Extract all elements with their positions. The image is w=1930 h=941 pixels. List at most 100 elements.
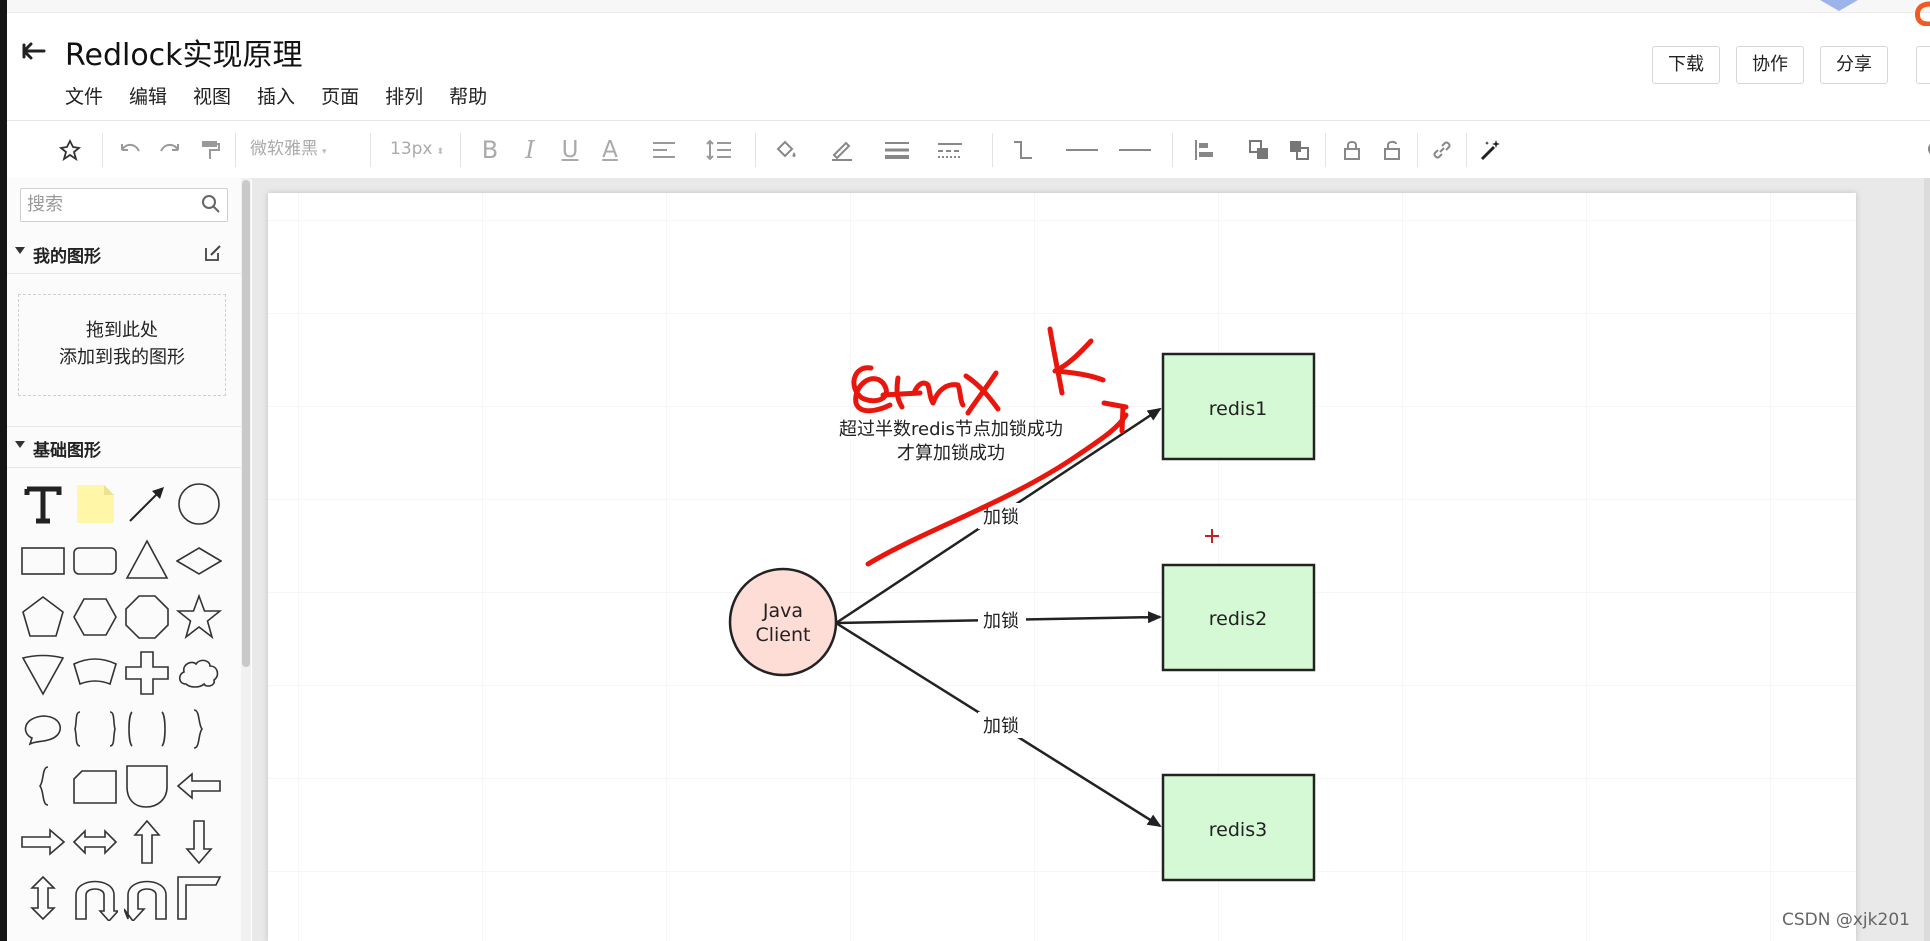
share-button[interactable]: 分享 — [1820, 46, 1888, 84]
java-client-node[interactable] — [728, 567, 838, 677]
edge-label-2[interactable]: 加锁 — [983, 611, 1019, 632]
bring-front-icon[interactable] — [1244, 121, 1274, 178]
font-family-select[interactable]: 微软雅黑 ▾ — [250, 121, 360, 178]
up-arrow-shape-icon[interactable] — [124, 819, 170, 865]
toolbar-more-icon[interactable] — [1923, 121, 1930, 178]
annotation-stroke-letter — [1047, 326, 1106, 396]
hexagon-shape-icon[interactable] — [72, 594, 118, 640]
toolbar-separator — [460, 133, 461, 167]
line-width-icon[interactable] — [879, 121, 915, 178]
circle-shape-icon[interactable] — [176, 481, 222, 527]
bold-button[interactable]: B — [475, 121, 505, 178]
basic-shapes-header[interactable]: 基础图形 — [7, 426, 241, 468]
back-arrow-icon[interactable] — [18, 36, 48, 66]
align-shapes-icon[interactable] — [1187, 121, 1221, 178]
underline-button[interactable]: U — [555, 121, 585, 178]
magic-wand-icon[interactable] — [1476, 121, 1506, 178]
watermark: CSDN @xjk201 — [1782, 910, 1910, 930]
collaborate-button[interactable]: 协作 — [1736, 46, 1804, 84]
collapse-triangle-icon — [15, 441, 25, 448]
drop-zone-line2: 添加到我的图形 — [59, 347, 185, 368]
align-left-icon[interactable] — [647, 121, 681, 178]
more-button[interactable] — [1916, 46, 1930, 84]
toolbar-separator — [1466, 133, 1467, 167]
card-shape-icon[interactable] — [72, 763, 118, 809]
my-shapes-drop-zone[interactable]: 拖到此处 添加到我的图形 — [18, 294, 226, 396]
cross-shape-icon[interactable] — [124, 650, 170, 696]
menu-insert[interactable]: 插入 — [257, 82, 295, 109]
format-painter-icon[interactable] — [195, 121, 225, 178]
edge-label-3[interactable]: 加锁 — [983, 716, 1019, 737]
double-arrow-shape-icon[interactable] — [72, 819, 118, 865]
octagon-shape-icon[interactable] — [124, 594, 170, 640]
edge-label-1[interactable]: 加锁 — [983, 507, 1019, 528]
lock-icon[interactable] — [1337, 121, 1367, 178]
pin-icon[interactable] — [55, 121, 85, 178]
send-back-icon[interactable] — [1284, 121, 1314, 178]
canvas-right-margin — [1862, 178, 1930, 941]
note-line2[interactable]: 才算加锁成功 — [897, 443, 1005, 464]
down-arrow-shape-icon[interactable] — [176, 819, 222, 865]
unlock-icon[interactable] — [1377, 121, 1407, 178]
line-start-icon[interactable] — [1062, 121, 1102, 178]
line-spacing-icon[interactable] — [702, 121, 736, 178]
delay-shape-icon[interactable] — [124, 763, 170, 809]
canvas-scrollbar[interactable] — [1924, 178, 1930, 941]
menu-page[interactable]: 页面 — [321, 82, 359, 109]
fill-color-icon[interactable] — [769, 121, 803, 178]
brackets-shape-icon[interactable] — [124, 706, 170, 752]
toolbar-separator — [992, 133, 993, 167]
right-arrow-shape-icon[interactable] — [20, 819, 66, 865]
right-brace-shape-icon[interactable] — [176, 706, 222, 752]
u-turn-shape-icon[interactable] — [72, 875, 118, 921]
connector-style-icon[interactable] — [1005, 121, 1041, 178]
document-title[interactable]: Redlock实现原理 — [65, 30, 303, 74]
note-shape-icon[interactable] — [72, 481, 118, 527]
ellipse-callout-shape-icon[interactable] — [20, 706, 66, 752]
link-icon[interactable] — [1427, 121, 1457, 178]
menu-view[interactable]: 视图 — [193, 82, 231, 109]
my-shapes-title: 我的图形 — [33, 247, 101, 267]
left-brace-shape-icon[interactable] — [20, 763, 66, 809]
menu-edit[interactable]: 编辑 — [129, 82, 167, 109]
menu-help[interactable]: 帮助 — [449, 82, 487, 109]
diagram-svg: 加锁 加锁 加锁 Java Client redis1 redis2 redis… — [728, 326, 1316, 882]
inverted-triangle-shape-icon[interactable] — [20, 650, 66, 696]
braces-shape-icon[interactable] — [72, 706, 118, 752]
download-button[interactable]: 下载 — [1652, 46, 1720, 84]
cloud-shape-icon[interactable] — [176, 650, 222, 696]
my-shapes-header[interactable]: 我的图形 — [7, 233, 241, 274]
shape-search — [20, 188, 228, 222]
menu-bar: 文件 编辑 视图 插入 页面 排列 帮助 — [65, 82, 513, 109]
line-end-icon[interactable] — [1115, 121, 1155, 178]
italic-button[interactable]: I — [515, 121, 545, 178]
font-size-select[interactable]: 13px ⬍ — [390, 121, 450, 178]
menu-file[interactable]: 文件 — [65, 82, 103, 109]
window-left-edge — [0, 0, 7, 941]
arrow-line-shape-icon[interactable] — [124, 481, 170, 527]
client-label-line1: Java — [762, 600, 803, 622]
star-shape-icon[interactable] — [176, 594, 222, 640]
undo-icon[interactable] — [115, 121, 145, 178]
search-icon[interactable] — [201, 194, 221, 214]
rounded-rectangle-shape-icon[interactable] — [72, 538, 118, 584]
sidebar-scrollbar-thumb[interactable] — [242, 180, 250, 667]
u-turn-arrow-shape-icon[interactable] — [124, 875, 170, 921]
left-arrow-shape-icon[interactable] — [176, 763, 222, 809]
diamond-shape-icon[interactable] — [176, 538, 222, 584]
edit-icon[interactable] — [203, 243, 223, 263]
search-input[interactable] — [21, 189, 198, 219]
line-style-icon[interactable] — [932, 121, 968, 178]
vertical-double-arrow-shape-icon[interactable] — [20, 875, 66, 921]
rectangle-shape-icon[interactable] — [20, 538, 66, 584]
line-color-icon[interactable] — [825, 121, 859, 178]
redo-icon[interactable] — [155, 121, 185, 178]
triangle-shape-icon[interactable] — [124, 538, 170, 584]
banner-shape-icon[interactable] — [72, 650, 118, 696]
note-line1[interactable]: 超过半数redis节点加锁成功 — [839, 419, 1063, 440]
corner-shape-icon[interactable] — [176, 875, 222, 921]
text-shape-icon[interactable] — [20, 481, 66, 527]
font-color-button[interactable]: A — [595, 121, 625, 178]
menu-arrange[interactable]: 排列 — [385, 82, 423, 109]
pentagon-shape-icon[interactable] — [20, 594, 66, 640]
